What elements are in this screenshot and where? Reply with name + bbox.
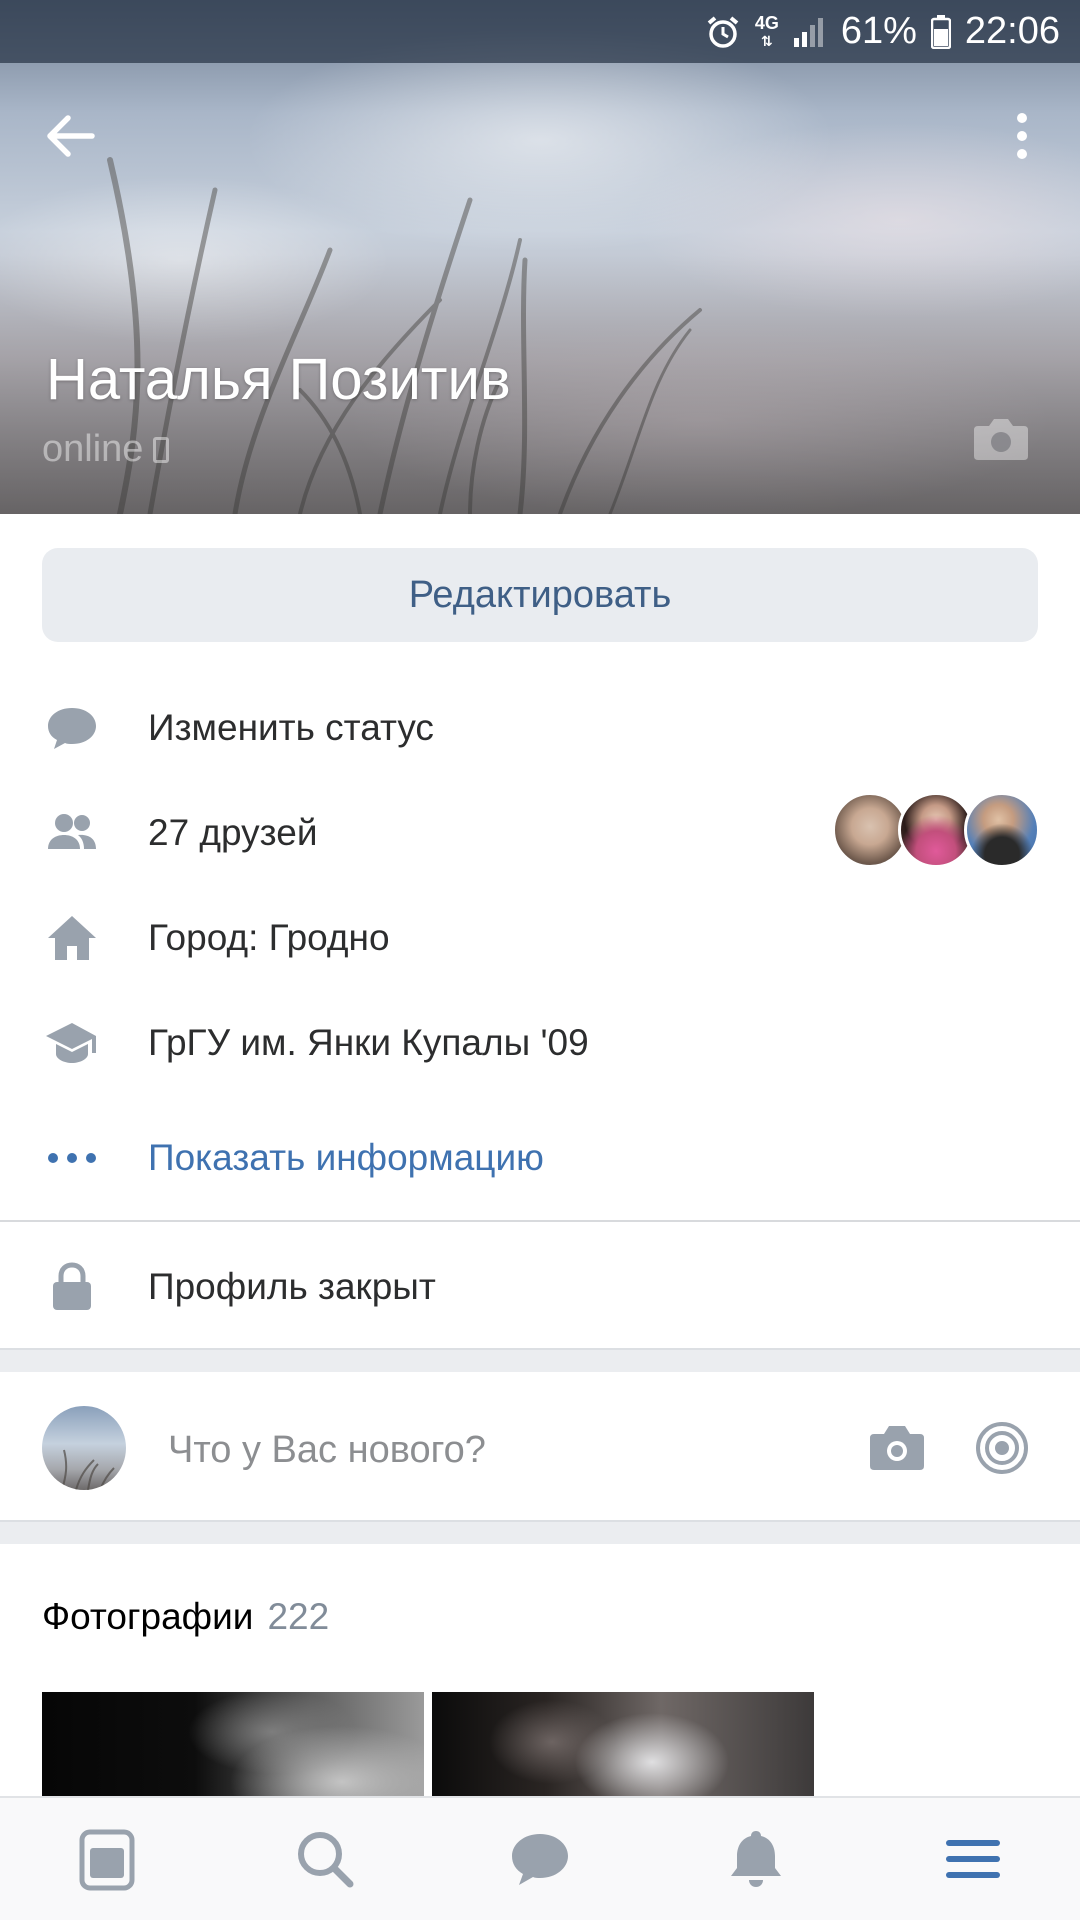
- clock: 22:06: [964, 10, 1060, 52]
- battery-percent: 61%: [840, 10, 917, 52]
- new-post-input[interactable]: Что у Вас нового?: [168, 1408, 486, 1492]
- friend-avatar[interactable]: [832, 792, 908, 868]
- mobile-phone-icon: [153, 437, 170, 463]
- friends-count-label: 27 друзей: [148, 812, 318, 853]
- menu-icon[interactable]: [940, 1826, 1006, 1892]
- photo-thumbnail[interactable]: [42, 1692, 424, 1800]
- more-options-icon[interactable]: [1004, 106, 1040, 166]
- change-status-label: Изменить статус: [148, 707, 434, 748]
- signal-icon: [793, 17, 823, 47]
- private-profile-row: Профиль закрыт: [0, 1247, 1080, 1327]
- photos-title: Фотографии: [42, 1596, 254, 1637]
- bottom-tab-bar: [0, 1796, 1080, 1920]
- friend-avatar[interactable]: [964, 792, 1040, 868]
- status-bar: 4G ⇅ 61% 22:06: [0, 0, 1080, 63]
- alarm-icon: [707, 15, 739, 48]
- back-arrow-icon[interactable]: [38, 106, 112, 166]
- photos-header[interactable]: Фотографии 222: [42, 1596, 329, 1638]
- education-label: ГрГУ им. Янки Купалы '09: [148, 1022, 589, 1063]
- city-label: Город: Гродно: [148, 917, 390, 958]
- section-gap: [0, 1520, 1080, 1544]
- more-dots-icon: [48, 1153, 96, 1163]
- friend-avatar[interactable]: [898, 792, 974, 868]
- search-icon[interactable]: [292, 1826, 358, 1892]
- section-gap: [0, 1348, 1080, 1372]
- lock-icon: [53, 1262, 91, 1310]
- notifications-icon[interactable]: [723, 1826, 789, 1892]
- profile-name: Наталья Позитив: [46, 347, 511, 412]
- edit-profile-button[interactable]: Редактировать: [42, 548, 1038, 642]
- education-row: ГрГУ им. Янки Купалы '09: [0, 1003, 1080, 1083]
- online-status: online: [42, 428, 170, 471]
- news-icon[interactable]: [74, 1826, 140, 1892]
- section-divider: [0, 1220, 1080, 1222]
- network-type: 4G ⇅: [754, 12, 779, 49]
- friends-icon: [48, 814, 96, 849]
- photos-count: 222: [267, 1596, 330, 1637]
- change-status-row[interactable]: Изменить статус: [0, 688, 1080, 768]
- profile-cover: 4G ⇅ 61% 22:06 Наталья Позитив online: [0, 0, 1080, 514]
- status-speech-bubble-icon: [48, 708, 96, 749]
- friends-avatars[interactable]: [832, 792, 1042, 868]
- photo-thumbnail[interactable]: [432, 1692, 814, 1800]
- story-camera-icon[interactable]: [974, 1420, 1030, 1476]
- show-info-row[interactable]: Показать информацию: [0, 1118, 1080, 1198]
- online-label: online: [42, 428, 144, 470]
- network-label: 4G: [754, 12, 779, 33]
- home-icon: [48, 916, 96, 960]
- show-info-link: Показать информацию: [148, 1137, 544, 1178]
- private-profile-label: Профиль закрыт: [148, 1266, 436, 1307]
- camera-icon[interactable]: [868, 1420, 926, 1474]
- graduation-cap-icon: [46, 1023, 96, 1063]
- cover-camera-icon[interactable]: [972, 414, 1030, 462]
- city-row: Город: Гродно: [0, 898, 1080, 978]
- avatar-grass-image: [61, 1449, 115, 1490]
- messages-icon[interactable]: [507, 1826, 573, 1892]
- battery-icon: [930, 14, 951, 49]
- my-avatar[interactable]: [42, 1406, 126, 1490]
